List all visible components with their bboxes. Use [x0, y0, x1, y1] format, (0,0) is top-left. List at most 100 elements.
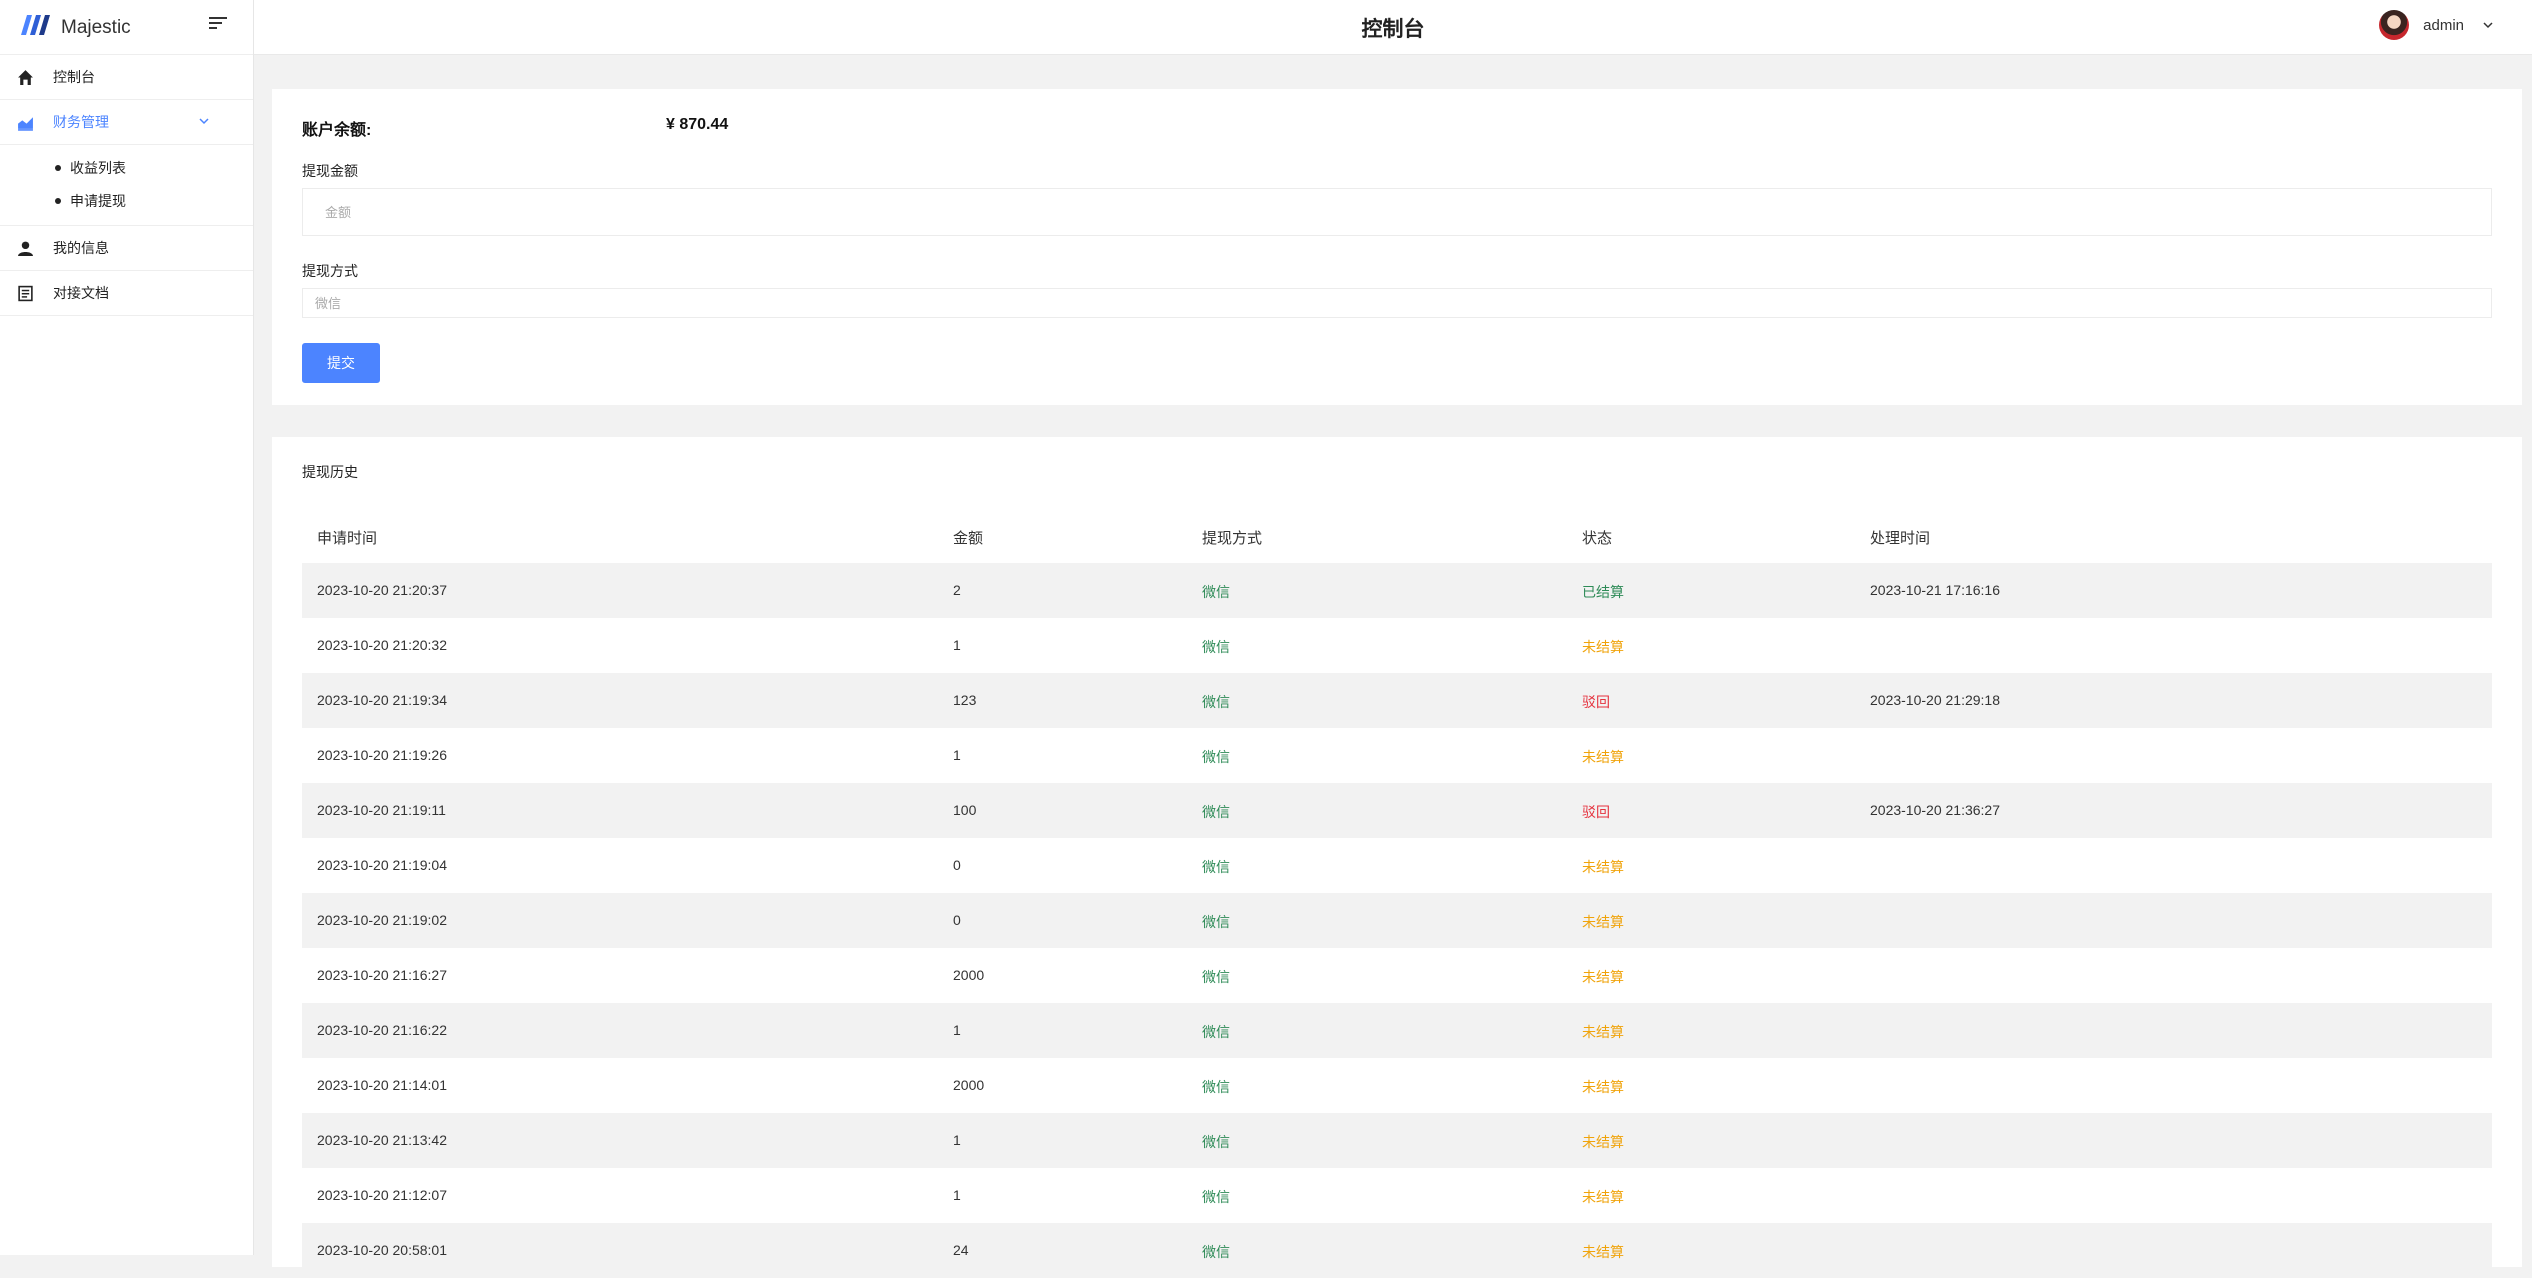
cell-status: 未结算	[1582, 969, 1624, 985]
cell-status: 已结算	[1582, 584, 1624, 600]
cell-amount: 123	[953, 692, 977, 708]
cell-time: 2023-10-20 21:19:11	[317, 802, 446, 818]
sidebar-item-finance[interactable]: 财务管理	[0, 100, 253, 145]
column-header-status: 状态	[1582, 530, 1613, 547]
cell-status: 未结算	[1582, 1024, 1624, 1040]
sidebar-item-label: 对接文档	[53, 285, 109, 301]
history-title: 提现历史	[302, 464, 358, 480]
page-title: 控制台	[1361, 18, 1425, 41]
table-row: 2023-10-20 21:19:02 0 微信 未结算	[302, 893, 2492, 948]
cell-amount: 1	[953, 1187, 961, 1203]
column-header-time: 申请时间	[317, 530, 378, 547]
brand: Majestic	[0, 0, 253, 55]
cell-method: 微信	[1202, 1189, 1230, 1205]
table-row: 2023-10-20 21:13:42 1 微信 未结算	[302, 1113, 2492, 1168]
sidebar-item-docs[interactable]: 对接文档	[0, 271, 253, 316]
top-header: 控制台 admin	[254, 0, 2532, 55]
cell-time: 2023-10-20 21:19:34	[317, 692, 447, 708]
sidebar-item-label: 控制台	[53, 69, 95, 85]
sidebar-subitem-label: 收益列表	[70, 159, 126, 176]
finance-submenu: 收益列表 申请提现	[0, 145, 253, 226]
cell-time: 2023-10-20 21:19:04	[317, 857, 447, 873]
amount-label: 提现金额	[302, 163, 358, 179]
balance-label: 账户余额:	[302, 122, 372, 139]
cell-status: 驳回	[1582, 694, 1610, 710]
cell-amount: 24	[953, 1242, 969, 1258]
withdraw-form-card: 账户余额: ¥ 870.44 提现金额 提现方式 提交	[272, 89, 2522, 405]
table-row: 2023-10-20 21:19:26 1 微信 未结算	[302, 728, 2492, 783]
cell-status: 未结算	[1582, 859, 1624, 875]
amount-input[interactable]	[302, 188, 2492, 236]
menu-toggle-icon[interactable]	[209, 15, 229, 31]
cell-time: 2023-10-20 20:58:01	[317, 1242, 447, 1258]
avatar	[2379, 10, 2410, 40]
method-input[interactable]	[302, 288, 2492, 318]
cell-method: 微信	[1202, 1079, 1230, 1095]
cell-status: 未结算	[1582, 1079, 1624, 1095]
sidebar-subitem-earnings[interactable]: 收益列表	[0, 151, 253, 184]
cell-amount: 2000	[953, 1077, 985, 1093]
chevron-down-icon	[199, 118, 209, 125]
cell-method: 微信	[1202, 1244, 1230, 1260]
table-header: 申请时间 金额 提现方式 状态 处理时间	[302, 519, 2492, 555]
cell-time: 2023-10-20 21:14:01	[317, 1077, 447, 1093]
cell-amount: 1	[953, 1132, 961, 1148]
majestic-logo-icon	[21, 15, 50, 35]
chevron-down-icon	[2483, 22, 2493, 29]
column-header-processed: 处理时间	[1870, 530, 1931, 547]
cell-amount: 0	[953, 912, 961, 928]
table-row: 2023-10-20 21:19:04 0 微信 未结算	[302, 838, 2492, 893]
username: admin	[2423, 16, 2464, 34]
table-row: 2023-10-20 21:14:01 2000 微信 未结算	[302, 1058, 2492, 1113]
home-icon	[18, 70, 33, 85]
cell-processed: 2023-10-20 21:36:27	[1870, 802, 2000, 818]
cell-status: 未结算	[1582, 749, 1624, 765]
cell-amount: 2	[953, 582, 961, 598]
document-icon	[18, 285, 33, 302]
table-row: 2023-10-20 21:20:32 1 微信 未结算	[302, 618, 2492, 673]
table-row: 2023-10-20 21:19:34 123 微信 驳回 2023-10-20 21:…	[302, 673, 2492, 728]
sidebar-item-label: 财务管理	[53, 114, 109, 130]
cell-amount: 100	[953, 802, 977, 818]
cell-method: 微信	[1202, 969, 1230, 985]
user-icon	[18, 241, 33, 256]
cell-method: 微信	[1202, 1024, 1230, 1040]
cell-method: 微信	[1202, 639, 1230, 655]
cell-method: 微信	[1202, 584, 1230, 600]
sidebar-subitem-label: 申请提现	[70, 192, 126, 209]
cell-amount: 1	[953, 637, 961, 653]
cell-processed: 2023-10-20 21:29:18	[1870, 692, 2000, 708]
bullet-icon	[55, 164, 61, 171]
cell-status: 未结算	[1582, 639, 1624, 655]
chart-icon	[18, 117, 33, 131]
table-row: 2023-10-20 21:16:22 1 微信 未结算	[302, 1003, 2492, 1058]
column-header-amount: 金额	[953, 530, 984, 547]
cell-method: 微信	[1202, 914, 1230, 930]
submit-button[interactable]: 提交	[302, 343, 380, 383]
column-header-method: 提现方式	[1202, 530, 1263, 547]
cell-method: 微信	[1202, 749, 1230, 765]
cell-time: 2023-10-20 21:16:27	[317, 967, 447, 983]
table-row: 2023-10-20 21:16:27 2000 微信 未结算	[302, 948, 2492, 1003]
sidebar-subitem-withdraw[interactable]: 申请提现	[0, 184, 253, 217]
cell-amount: 1	[953, 1022, 961, 1038]
table-body: 2023-10-20 21:20:37 2 微信 已结算 2023-10-21 17:1…	[302, 563, 2492, 1278]
cell-amount: 2000	[953, 967, 985, 983]
sidebar-item-profile[interactable]: 我的信息	[0, 226, 253, 271]
cell-status: 未结算	[1582, 1134, 1624, 1150]
brand-name: Majestic	[61, 17, 131, 38]
cell-amount: 0	[953, 857, 961, 873]
cell-time: 2023-10-20 21:20:37	[317, 582, 447, 598]
user-menu[interactable]: admin	[2379, 10, 2494, 40]
table-row: 2023-10-20 21:19:11 100 微信 驳回 2023-10-20 21:…	[302, 783, 2492, 838]
sidebar: Majestic 控制台 财务管理 收益列表 申请提现 我的信息 对接文档	[0, 0, 254, 1255]
sidebar-item-dashboard[interactable]: 控制台	[0, 55, 253, 100]
cell-time: 2023-10-20 21:19:02	[317, 912, 447, 928]
cell-status: 未结算	[1582, 1244, 1624, 1260]
table-row: 2023-10-20 21:12:07 1 微信 未结算	[302, 1168, 2492, 1223]
sidebar-item-label: 我的信息	[53, 240, 109, 256]
cell-time: 2023-10-20 21:12:07	[317, 1187, 447, 1203]
cell-time: 2023-10-20 21:13:42	[317, 1132, 447, 1148]
cell-time: 2023-10-20 21:16:22	[317, 1022, 447, 1038]
cell-method: 微信	[1202, 804, 1230, 820]
